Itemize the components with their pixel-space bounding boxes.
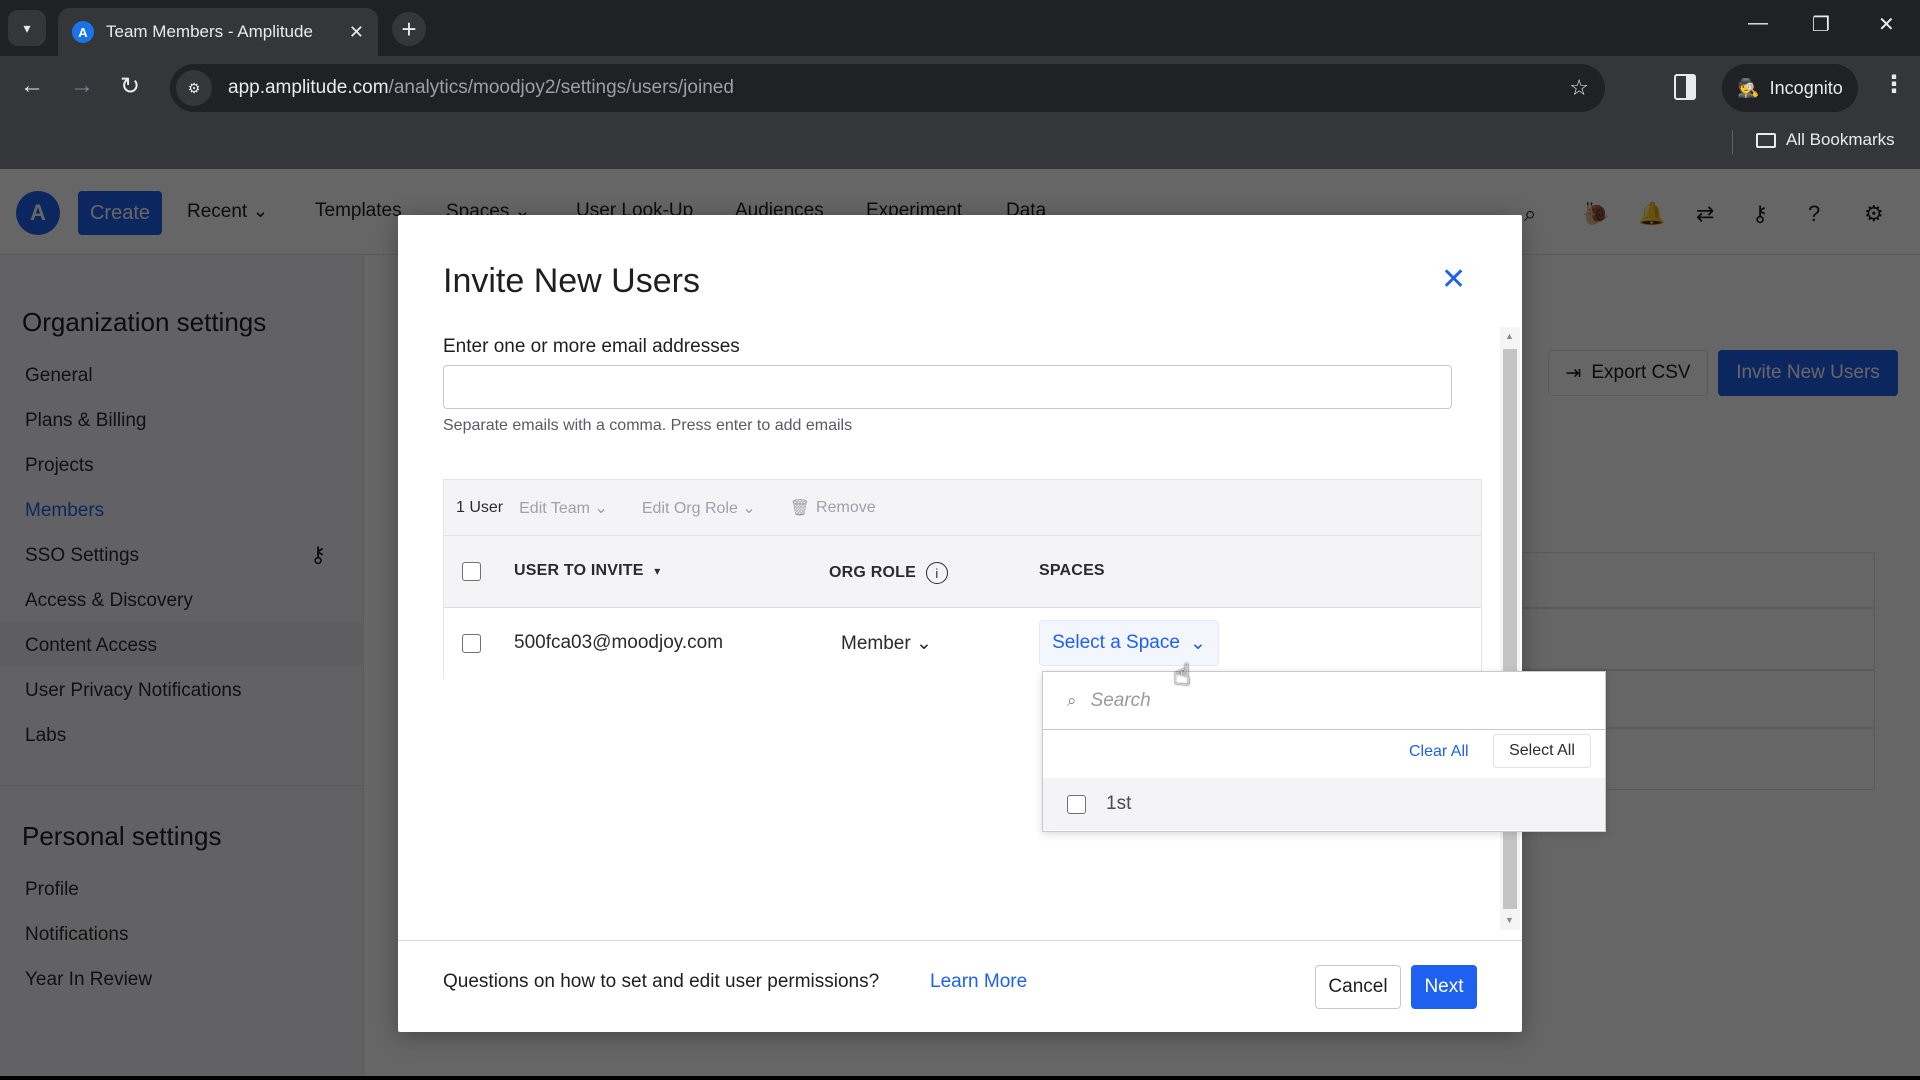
table-header: USER TO INVITE ▾ ORG ROLE i SPACES	[444, 536, 1481, 608]
browser-chrome: ▾ A Team Members - Amplitude ✕ + — ❐ ✕ ←…	[0, 0, 1920, 169]
incognito-icon: 🕵	[1737, 77, 1760, 98]
permissions-question: Questions on how to set and edit user pe…	[443, 971, 880, 992]
space-search-input[interactable]	[1090, 689, 1571, 712]
bookmark-star-icon[interactable]: ☆	[1569, 75, 1589, 101]
edit-org-role-dropdown[interactable]: Edit Org Role ⌄	[642, 498, 756, 518]
select-all-button[interactable]: Select All	[1493, 734, 1591, 768]
space-option-checkbox[interactable]	[1067, 794, 1086, 814]
cancel-button[interactable]: Cancel	[1315, 965, 1401, 1009]
address-bar[interactable]: ⚙ app.amplitude.com/analytics/moodjoy2/s…	[170, 64, 1605, 112]
tab-strip: ▾ A Team Members - Amplitude ✕ + — ❐ ✕	[0, 0, 1920, 56]
email-label: Enter one or more email addresses	[443, 336, 740, 357]
edit-team-dropdown[interactable]: Edit Team ⌄	[519, 498, 608, 518]
scroll-down-icon[interactable]: ▼	[1505, 915, 1514, 925]
column-header-org-role: ORG ROLE i	[829, 562, 948, 584]
window-close-button[interactable]: ✕	[1878, 12, 1895, 37]
all-bookmarks-button[interactable]: All Bookmarks	[1756, 130, 1895, 150]
email-input[interactable]	[443, 365, 1452, 409]
tab-search-button[interactable]: ▾	[8, 10, 46, 46]
chevron-down-icon: ⌄	[1189, 632, 1206, 654]
close-icon[interactable]: ✕	[1441, 265, 1466, 295]
side-panel-icon[interactable]	[1674, 74, 1696, 100]
plus-icon: +	[401, 13, 417, 44]
modal-title: Invite New Users	[443, 262, 700, 300]
user-email: 500fca03@moodjoy.com	[514, 632, 724, 653]
url-text[interactable]: app.amplitude.com/analytics/moodjoy2/set…	[228, 77, 734, 99]
incognito-badge[interactable]: 🕵 Incognito	[1722, 64, 1858, 112]
row-checkbox[interactable]	[462, 634, 481, 653]
info-icon[interactable]: i	[925, 562, 948, 584]
all-bookmarks-label: All Bookmarks	[1786, 130, 1895, 149]
learn-more-link[interactable]: Learn More	[930, 971, 1027, 993]
browser-tab-active[interactable]: A Team Members - Amplitude ✕	[58, 8, 378, 56]
modal-footer: Questions on how to set and edit user pe…	[398, 940, 1522, 1032]
search-icon: ⌕	[1067, 690, 1077, 710]
amplitude-favicon-icon: A	[72, 21, 94, 43]
bookmarks-bar: All Bookmarks	[0, 120, 1920, 169]
remove-button[interactable]: 🗑 Remove	[790, 498, 876, 518]
space-option-label: 1st	[1106, 793, 1132, 814]
chevron-down-icon: ▾	[23, 19, 31, 36]
select-space-dropdown[interactable]: Select a Space ⌄	[1039, 620, 1219, 666]
invite-users-table: 1 User Edit Team ⌄ Edit Org Role ⌄ 🗑 Rem…	[443, 479, 1482, 680]
screen-bottom-edge	[0, 1076, 1920, 1080]
org-role-dropdown[interactable]: Member ⌄	[841, 632, 932, 655]
invite-users-modal: Invite New Users ✕ Enter one or more ema…	[398, 215, 1522, 1032]
space-option[interactable]: 1st	[1043, 778, 1605, 830]
incognito-label: Incognito	[1769, 77, 1843, 98]
table-row: 500fca03@moodjoy.com Member ⌄ Select a S…	[444, 608, 1481, 680]
bulk-actions-bar: 1 User Edit Team ⌄ Edit Org Role ⌄ 🗑 Rem…	[444, 480, 1481, 536]
remove-label: Remove	[816, 498, 876, 516]
close-tab-icon[interactable]: ✕	[349, 22, 364, 43]
tab-title: Team Members - Amplitude	[106, 22, 313, 41]
back-button[interactable]: ←	[20, 72, 44, 100]
space-dropdown-menu: ⌕ Clear All Select All 1st	[1042, 671, 1606, 832]
hand-cursor-icon: ☝	[1173, 659, 1192, 692]
chevron-down-icon: ⌄	[915, 633, 932, 654]
bookmarks-separator	[1732, 130, 1733, 154]
clear-all-button[interactable]: Clear All	[1409, 743, 1469, 761]
next-button[interactable]: Next	[1411, 965, 1477, 1009]
new-tab-button[interactable]: +	[392, 12, 426, 46]
trash-icon: 🗑	[789, 499, 811, 517]
select-all-checkbox[interactable]	[462, 562, 481, 581]
space-search: ⌕	[1043, 672, 1605, 730]
reload-button[interactable]: ↻	[120, 72, 140, 101]
forward-button[interactable]: →	[70, 72, 94, 100]
scroll-up-icon[interactable]: ▲	[1505, 331, 1514, 341]
selected-user-count: 1 User	[456, 498, 504, 516]
minimize-button[interactable]: —	[1748, 12, 1768, 35]
column-header-user-to-invite[interactable]: USER TO INVITE ▾	[514, 562, 661, 580]
site-info-icon[interactable]: ⚙	[176, 70, 212, 106]
browser-toolbar: ← → ↻ ⚙ app.amplitude.com/analytics/mood…	[0, 56, 1920, 120]
sort-icon: ▾	[654, 564, 661, 578]
browser-menu-icon[interactable]: ⋮	[1882, 70, 1906, 99]
column-header-spaces: SPACES	[1039, 562, 1105, 579]
modal-scrollbar[interactable]: ▲ ▼	[1500, 327, 1520, 930]
restore-button[interactable]: ❐	[1812, 12, 1830, 37]
email-help-text: Separate emails with a comma. Press ente…	[443, 417, 853, 434]
folder-icon	[1756, 132, 1776, 148]
